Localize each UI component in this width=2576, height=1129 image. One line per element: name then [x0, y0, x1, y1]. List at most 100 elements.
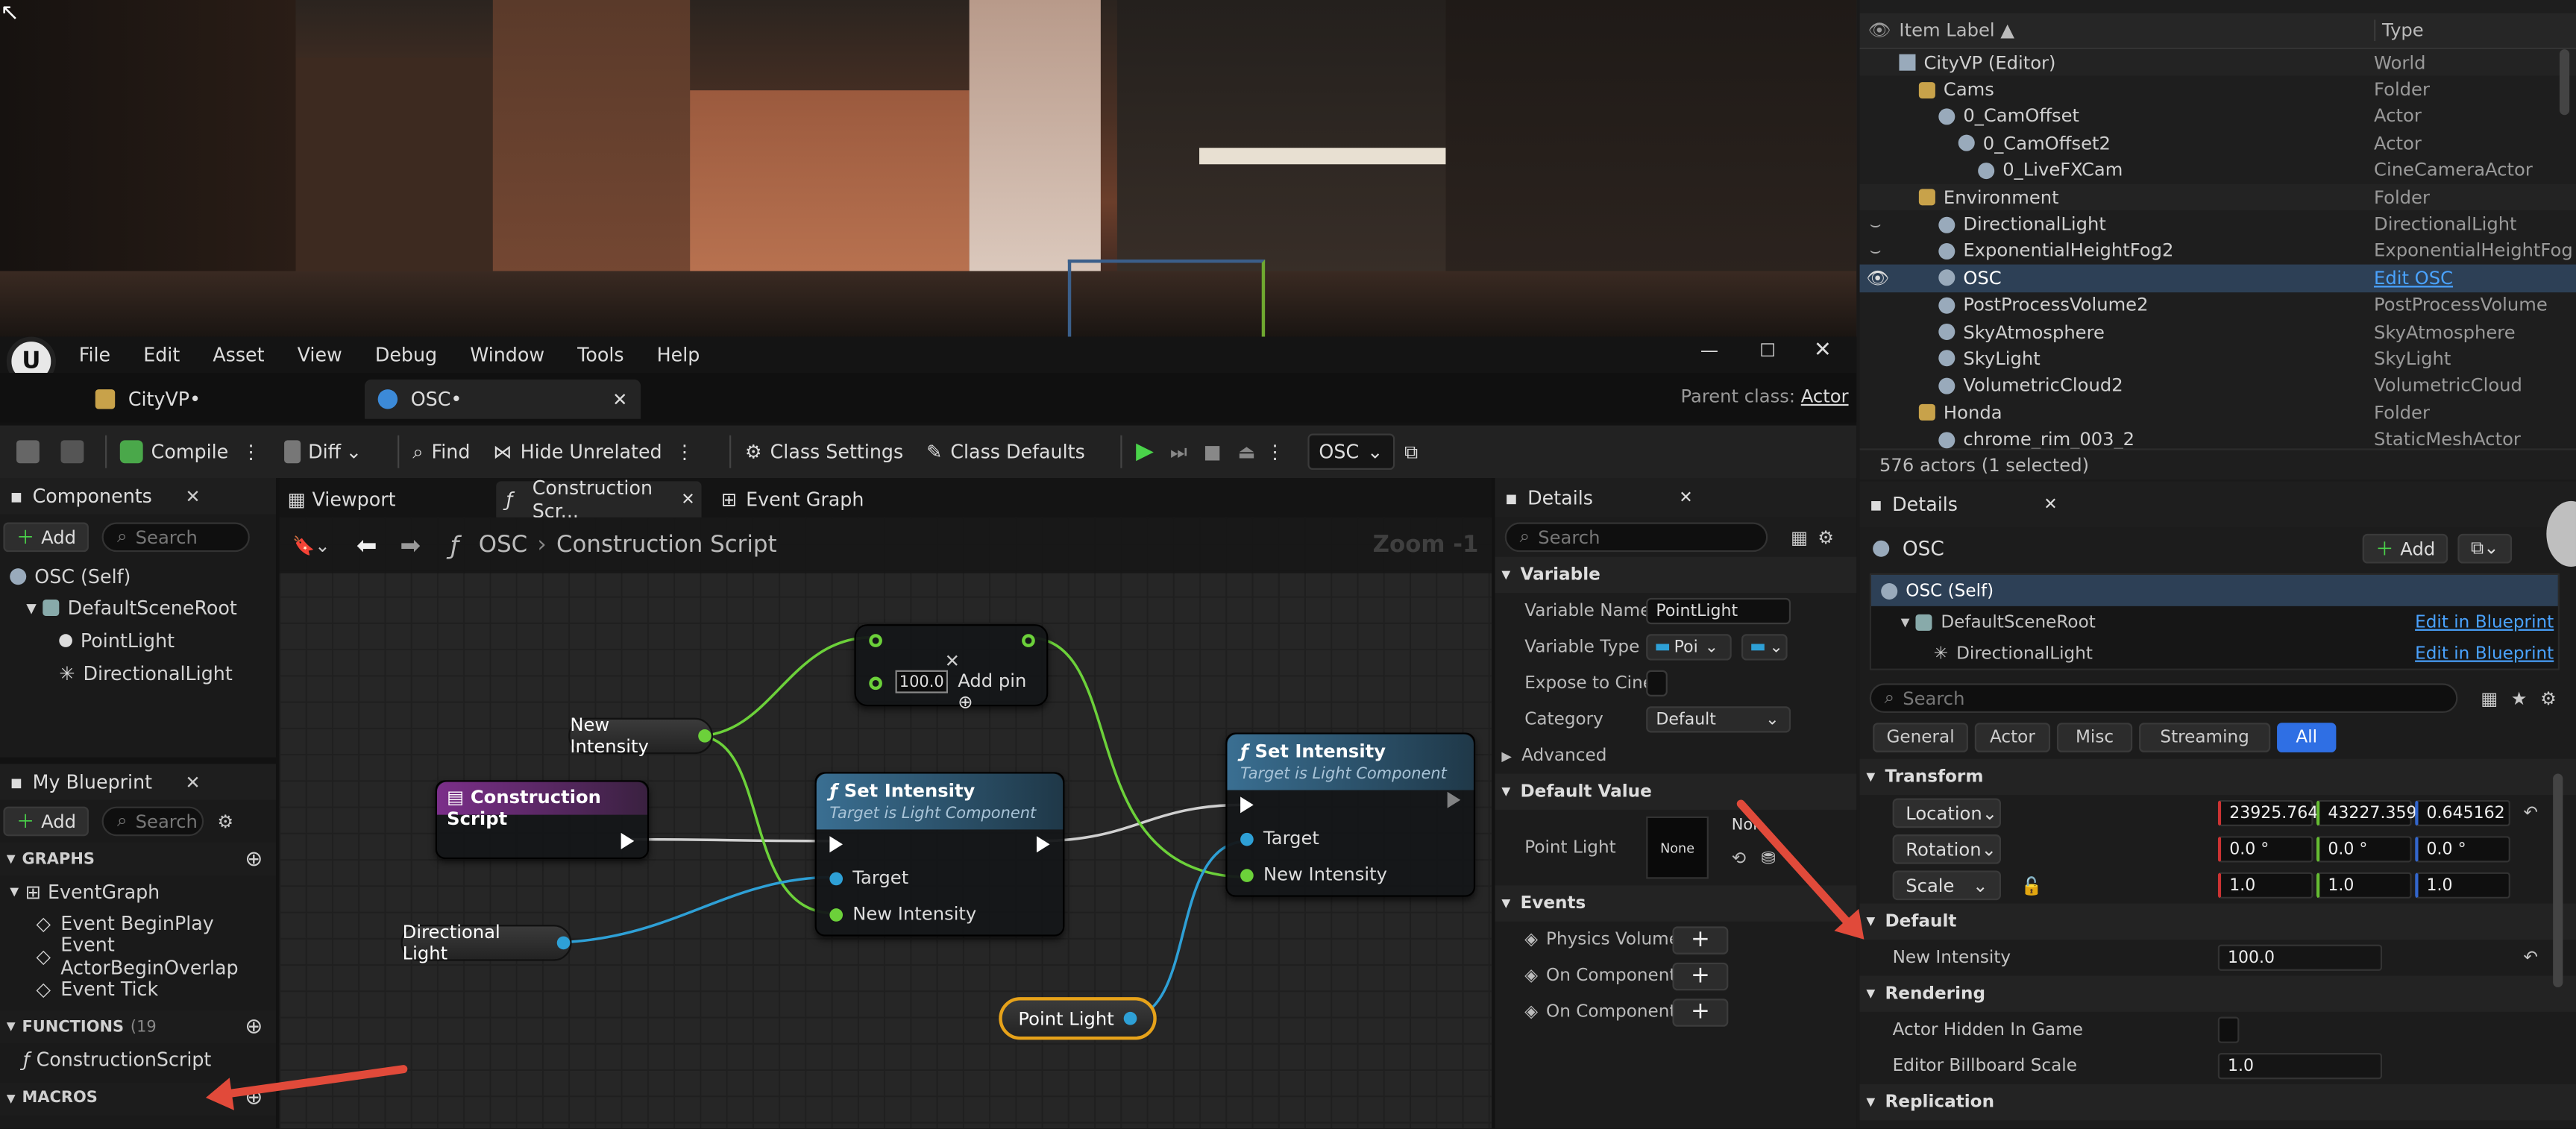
hide-unrelated-button[interactable]: ⋈ Hide Unrelated ⋮: [493, 440, 694, 463]
outliner-row[interactable]: 👁 OSC Edit OSC: [1859, 264, 2576, 292]
filter-actor[interactable]: Actor: [1974, 723, 2051, 752]
outliner-row[interactable]: Environment Folder: [1859, 183, 2576, 211]
gear-icon[interactable]: ⚙: [217, 811, 233, 832]
outliner-row[interactable]: SkyAtmosphere SkyAtmosphere: [1860, 318, 2576, 345]
parent-class-link[interactable]: Actor: [1801, 386, 1849, 408]
add-event-button[interactable]: +: [1672, 961, 1729, 990]
component-item-defaultsceneroot[interactable]: ▼ DefaultSceneRoot: [0, 592, 276, 624]
scale-z-field[interactable]: 1.0: [2415, 872, 2510, 899]
outliner-scrollbar[interactable]: [2559, 49, 2570, 116]
outliner-row[interactable]: SkyLight SkyLight: [1860, 345, 2576, 372]
filter-all[interactable]: All: [2277, 723, 2337, 752]
location-y-field[interactable]: 43227.3594: [2316, 799, 2428, 827]
new-intensity-variable-node[interactable]: New Intensity: [568, 714, 714, 757]
col-item-label[interactable]: Item Label ▲: [1899, 19, 2374, 41]
add-component-button[interactable]: ＋ Add: [2362, 533, 2448, 564]
set-intensity-node-1[interactable]: ƒ Set Intensity Target is Light Component …: [814, 772, 1065, 937]
scale-x-field[interactable]: 1.0: [2217, 872, 2313, 899]
outliner-row[interactable]: 0_CamOffset2 Actor: [1860, 130, 2576, 157]
outliner-row[interactable]: Honda Folder: [1860, 399, 2576, 426]
outliner-row[interactable]: ⌣ DirectionalLight DirectionalLight: [1860, 211, 2576, 238]
expose-checkbox[interactable]: [1646, 670, 1668, 696]
object-out-pin[interactable]: [1123, 1011, 1137, 1025]
category-select[interactable]: Default ⌄: [1646, 706, 1791, 733]
billboard-scale-field[interactable]: 1.0: [2217, 1052, 2383, 1080]
float-out-pin[interactable]: [698, 729, 711, 743]
forward-arrow-icon[interactable]: ➡: [400, 531, 421, 561]
stop-icon[interactable]: ■: [1204, 440, 1222, 463]
functions-section[interactable]: ▼ FUNCTIONS (19 ⊕: [0, 1010, 277, 1044]
transform-section[interactable]: ▼ Transform: [1859, 758, 2576, 796]
tab-construction-script[interactable]: ƒ Construction Scr... ✕: [496, 477, 702, 522]
edit-in-blueprint-link[interactable]: Edit in Blueprint: [2415, 643, 2554, 662]
scale-mode-select[interactable]: Scale ⌄: [1892, 870, 2002, 901]
menu-window[interactable]: Window: [470, 343, 544, 366]
close-my-blueprint-icon[interactable]: ✕: [185, 771, 200, 793]
variable-section[interactable]: ▼ Variable: [1495, 556, 1857, 594]
outliner-row[interactable]: 0_LiveFXCam CineCameraActor: [1860, 157, 2576, 184]
outliner-row[interactable]: 0_CamOffset Actor: [1860, 103, 2576, 130]
debug-target-icon[interactable]: ⧉: [1404, 439, 1418, 464]
components-search[interactable]: ⌕ Search: [102, 522, 251, 553]
back-arrow-icon[interactable]: ⬅: [356, 531, 377, 561]
visibility-hidden-icon[interactable]: ⌣: [1870, 239, 1882, 262]
component-row-self[interactable]: OSC (Self): [1870, 574, 2558, 606]
bookmark-icon[interactable]: 🔖⌄: [292, 535, 330, 556]
menu-debug[interactable]: Debug: [375, 343, 437, 366]
compile-button[interactable]: Compile ⋮: [119, 440, 260, 464]
filter-streaming[interactable]: Streaming: [2139, 723, 2271, 752]
new-intensity-pin-2[interactable]: New Intensity: [1240, 864, 1387, 885]
new-intensity-field[interactable]: 100.0: [2217, 944, 2383, 971]
exec-in-pin[interactable]: [1240, 796, 1254, 814]
star-icon[interactable]: ★: [2511, 688, 2528, 709]
browse-asset-icon[interactable]: ⛃: [1761, 849, 1775, 869]
advanced-row[interactable]: ▶ Advanced: [1495, 738, 1857, 773]
rotation-y-field[interactable]: 0.0 °: [2316, 836, 2412, 863]
exec-out-pin[interactable]: [621, 832, 635, 849]
menu-edit[interactable]: Edit: [143, 343, 180, 366]
asset-thumbnail[interactable]: None: [1646, 816, 1709, 879]
outliner-row[interactable]: Cams Folder: [1860, 76, 2576, 103]
add-value-field[interactable]: 100.0: [895, 670, 949, 694]
eject-icon[interactable]: ⏏: [1238, 440, 1256, 463]
default-value-section[interactable]: ▼ Default Value: [1495, 773, 1857, 810]
add-node[interactable]: ✕ 100.0 Add pin ⊕: [854, 624, 1049, 713]
add-member-button[interactable]: ＋ Add: [3, 806, 89, 837]
level-viewport[interactable]: [0, 0, 1857, 337]
scale-y-field[interactable]: 1.0: [2316, 872, 2412, 899]
my-blueprint-search[interactable]: ⌕ Search: [102, 806, 204, 837]
container-type-select[interactable]: ⌄: [1741, 634, 1788, 661]
component-row-directionallight[interactable]: ✳ DirectionalLight Edit in Blueprint: [1871, 638, 2558, 669]
menu-file[interactable]: File: [79, 343, 110, 366]
remove-pin-icon[interactable]: ✕: [945, 650, 960, 672]
construction-script-node[interactable]: ▤ Construction Script: [435, 780, 650, 860]
table-view-icon[interactable]: ▦: [2481, 688, 2498, 709]
add-input-pin-b[interactable]: [869, 676, 882, 691]
compile-options-icon[interactable]: ⋮: [242, 440, 260, 463]
outliner-row[interactable]: CityVP (Editor) World: [1859, 49, 2576, 77]
outliner-row-type[interactable]: Edit OSC: [2374, 268, 2453, 289]
exec-in-pin[interactable]: [829, 836, 844, 853]
actor-hidden-checkbox[interactable]: [2217, 1016, 2240, 1043]
add-event-button[interactable]: +: [1672, 925, 1729, 954]
add-event-button[interactable]: +: [1672, 998, 1729, 1026]
table-view-icon[interactable]: ▦: [1791, 526, 1808, 548]
lock-icon[interactable]: 🔓: [2020, 875, 2042, 896]
reset-arrow-icon[interactable]: ↶: [2524, 803, 2538, 823]
tab-event-graph[interactable]: ⊞ Event Graph: [713, 481, 910, 517]
tab-cityvp[interactable]: CityVP•: [82, 380, 361, 419]
new-intensity-pin-1[interactable]: New Intensity: [829, 904, 976, 925]
point-light-variable-node[interactable]: Point Light: [999, 997, 1157, 1040]
add-output-pin[interactable]: [1022, 634, 1035, 647]
breadcrumb-root[interactable]: OSC: [479, 532, 527, 559]
exec-out-pin[interactable]: [1036, 836, 1050, 853]
component-item-self[interactable]: OSC (Self): [0, 560, 276, 592]
outliner-row[interactable]: VolumetricCloud2 VolumetricCloud: [1860, 372, 2576, 399]
close-details-icon[interactable]: ✕: [2043, 495, 2057, 513]
variable-type-select[interactable]: Poi ⌄: [1646, 634, 1732, 661]
debug-object-select[interactable]: OSC ⌄: [1307, 433, 1395, 471]
rotation-z-field[interactable]: 0.0 °: [2415, 836, 2510, 863]
close-window-icon[interactable]: ✕: [1814, 339, 1832, 363]
rendering-section[interactable]: ▼ Rendering: [1859, 975, 2576, 1012]
add-component-button[interactable]: ＋ Add: [3, 522, 89, 553]
